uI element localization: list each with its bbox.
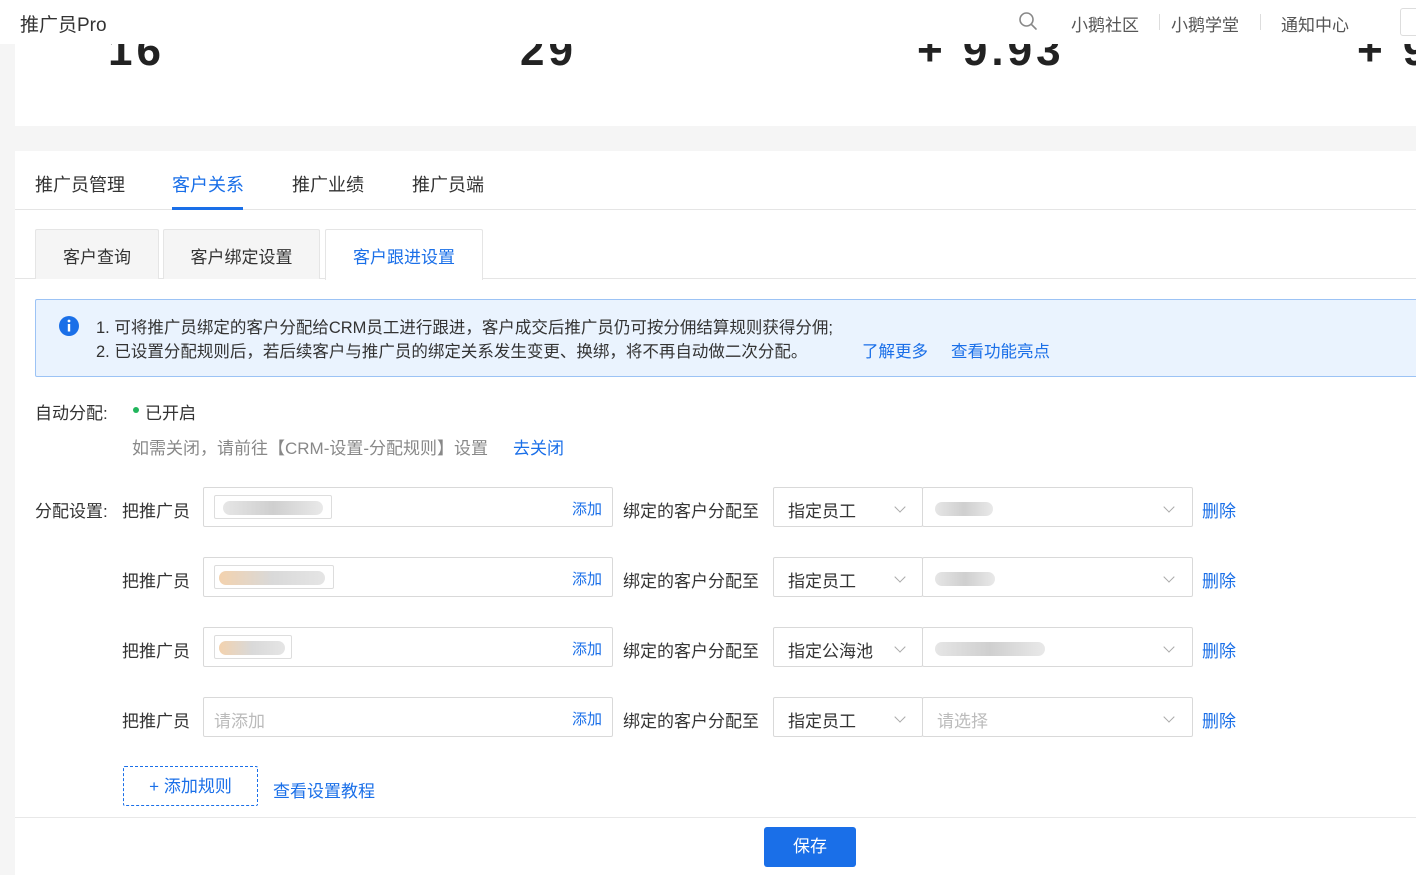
redacted-text (219, 571, 325, 585)
delete-rule-link[interactable]: 删除 (1202, 497, 1236, 522)
status-dot (133, 407, 139, 413)
footer-bar (15, 817, 1416, 875)
tab-promoter-portal[interactable]: 推广员端 (412, 171, 484, 197)
target-type-value: 指定员工 (788, 502, 856, 521)
chevron-down-icon (894, 571, 906, 583)
chevron-down-icon (894, 501, 906, 513)
stat-value: 16 (108, 44, 165, 75)
stat-value: + 9 (1357, 44, 1416, 75)
target-value-select[interactable] (922, 557, 1193, 597)
redacted-text (219, 641, 285, 655)
info-notice: 1. 可将推广员绑定的客户分配给CRM员工进行跟进，客户成交后推广员仍可按分佣结… (35, 299, 1416, 377)
target-type-select[interactable]: 指定员工 (773, 557, 923, 597)
top-bar: 推广员Pro 小鹅社区 小鹅学堂 通知中心 (0, 0, 1416, 44)
sub-tabs: 客户查询 客户绑定设置 客户跟进设置 (15, 229, 1416, 280)
search-icon[interactable] (1018, 11, 1038, 31)
target-type-value: 指定员工 (788, 572, 856, 591)
stats-panel: 16 29 + 9.93 + 9 (15, 44, 1416, 126)
tab-promotion-performance[interactable]: 推广业绩 (292, 171, 364, 197)
delete-rule-link[interactable]: 删除 (1202, 707, 1236, 732)
active-tab-indicator (172, 207, 243, 210)
tab-promoter-management[interactable]: 推广员管理 (35, 171, 125, 197)
target-type-value: 指定员工 (788, 712, 856, 731)
promoter-tag (214, 565, 334, 589)
row-prefix: 把推广员 (122, 642, 190, 661)
add-promoter-button[interactable]: 添加 (572, 568, 602, 589)
chevron-down-icon (1163, 571, 1175, 583)
assign-to-label: 绑定的客户分配至 (623, 572, 759, 591)
auto-assign-label: 自动分配: (35, 404, 108, 423)
info-icon (59, 316, 79, 336)
nav-divider (1159, 14, 1160, 30)
promoter-tag (214, 495, 332, 519)
target-value-select[interactable] (922, 627, 1193, 667)
target-type-value: 指定公海池 (788, 642, 873, 661)
setup-tutorial-link[interactable]: 查看设置教程 (273, 777, 375, 802)
subtab-binding-settings[interactable]: 客户绑定设置 (163, 229, 320, 279)
learn-more-link[interactable]: 了解更多 (862, 338, 928, 362)
chevron-down-icon (894, 711, 906, 723)
target-type-select[interactable]: 指定员工 (773, 487, 923, 527)
add-promoter-button[interactable]: 添加 (572, 638, 602, 659)
chevron-down-icon (1163, 501, 1175, 513)
promoter-input[interactable]: 请添加 添加 (203, 697, 613, 737)
add-promoter-button[interactable]: 添加 (572, 498, 602, 519)
assign-to-label: 绑定的客户分配至 (623, 642, 759, 661)
nav-link-academy[interactable]: 小鹅学堂 (1171, 11, 1239, 36)
app-title: 推广员Pro (20, 15, 107, 36)
row-prefix: 把推广员 (122, 502, 190, 521)
subtab-followup-settings[interactable]: 客户跟进设置 (325, 229, 483, 280)
stat-value: 29 (520, 44, 577, 75)
go-close-link[interactable]: 去关闭 (513, 434, 564, 459)
delete-rule-link[interactable]: 删除 (1202, 637, 1236, 662)
chevron-down-icon (1163, 641, 1175, 653)
target-value-select[interactable] (922, 487, 1193, 527)
chevron-down-icon (1163, 711, 1175, 723)
row-prefix: 把推广员 (122, 572, 190, 591)
chevron-down-icon (894, 641, 906, 653)
nav-divider (1260, 14, 1261, 30)
target-type-select[interactable]: 指定员工 (773, 697, 923, 737)
tab-customer-relations[interactable]: 客户关系 (172, 171, 244, 197)
main-panel: 推广员管理 客户关系 推广业绩 推广员端 客户查询 客户绑定设置 客户跟进设置 … (15, 151, 1416, 875)
redacted-text (935, 572, 995, 586)
stat-value: + 9.93 (917, 44, 1065, 75)
assign-to-label: 绑定的客户分配至 (623, 712, 759, 731)
view-features-link[interactable]: 查看功能亮点 (951, 338, 1050, 362)
add-promoter-button[interactable]: 添加 (572, 708, 602, 729)
target-value-select[interactable]: 请选择 (922, 697, 1193, 737)
promoter-placeholder: 请添加 (214, 712, 265, 731)
nav-link-community[interactable]: 小鹅社区 (1071, 11, 1139, 36)
redacted-text (935, 502, 993, 516)
assign-to-label: 绑定的客户分配至 (623, 502, 759, 521)
nav-link-notifications[interactable]: 通知中心 (1281, 11, 1349, 36)
row-prefix: 把推广员 (122, 712, 190, 731)
promoter-tag (214, 635, 292, 659)
notice-line-1: 1. 可将推广员绑定的客户分配给CRM员工进行跟进，客户成交后推广员仍可按分佣结… (96, 319, 834, 337)
promoter-input[interactable]: 添加 (203, 557, 613, 597)
subtab-customer-query[interactable]: 客户查询 (35, 229, 159, 279)
assign-settings-label: 分配设置: (35, 502, 108, 521)
target-placeholder: 请选择 (937, 712, 988, 731)
account-button[interactable] (1400, 8, 1416, 36)
auto-assign-status: 已开启 (145, 404, 196, 423)
notice-line-2: 2. 已设置分配规则后，若后续客户与推广员的绑定关系发生变更、换绑，将不再自动做… (96, 343, 808, 361)
target-type-select[interactable]: 指定公海池 (773, 627, 923, 667)
main-tabs: 推广员管理 客户关系 推广业绩 推广员端 (15, 151, 1416, 210)
redacted-text (935, 642, 1045, 656)
redacted-text (223, 501, 323, 515)
delete-rule-link[interactable]: 删除 (1202, 567, 1236, 592)
save-button[interactable]: 保存 (764, 827, 856, 867)
promoter-input[interactable]: 添加 (203, 487, 613, 527)
add-rule-button[interactable]: + 添加规则 (123, 766, 258, 806)
auto-assign-hint: 如需关闭，请前往【CRM-设置-分配规则】设置 (132, 439, 489, 458)
promoter-input[interactable]: 添加 (203, 627, 613, 667)
